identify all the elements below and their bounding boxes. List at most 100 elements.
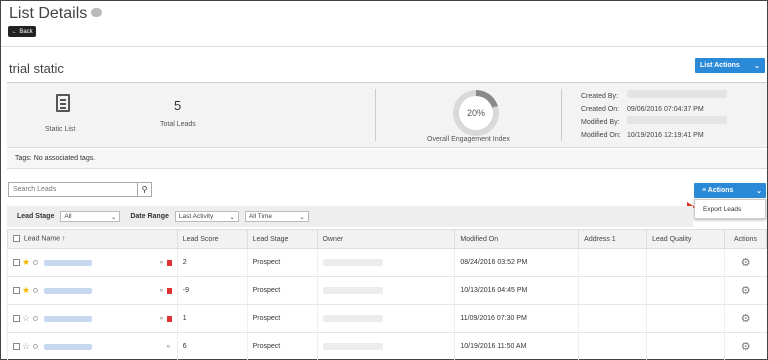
chevron-down-icon: ⌄ xyxy=(299,213,305,221)
col-address[interactable]: Address 1 xyxy=(578,229,648,249)
menu-icon: ≡ xyxy=(702,187,707,194)
lead-stage-value: All xyxy=(64,213,72,220)
lead-score-cell: -9 xyxy=(176,276,248,305)
export-leads-item[interactable]: Export Leads xyxy=(703,206,741,213)
list-actions-button[interactable]: List Actions ⌄ xyxy=(695,58,765,73)
address-cell xyxy=(578,248,647,277)
star-icon[interactable]: ★ xyxy=(22,257,30,267)
redacted-value xyxy=(322,314,383,322)
tag-icon[interactable]: ⚬ xyxy=(158,286,165,295)
chevron-down-icon: ⌄ xyxy=(110,213,117,221)
chevron-down-icon: ⌄ xyxy=(229,213,235,221)
col-label: Modified On xyxy=(460,235,499,243)
col-lead-quality[interactable]: Lead Quality xyxy=(646,229,725,249)
table-row[interactable]: ★ ⚬ 2 Prospect 08/24/2016 03:52 PM ⚙ xyxy=(7,248,767,277)
gear-icon[interactable]: ⚙ xyxy=(730,312,762,325)
list-summary: Static List 5 Total Leads 20% Overall En… xyxy=(7,82,767,148)
status-dot-icon xyxy=(33,316,39,321)
static-list-icon xyxy=(56,94,70,112)
star-icon[interactable]: ★ xyxy=(22,285,30,295)
row-checkbox[interactable] xyxy=(13,343,20,350)
date-field-select[interactable]: Last Activity ⌄ xyxy=(174,211,239,222)
table-row[interactable]: ☆ ⚬ 6 Prospect 10/19/2016 11:50 AM ⚙ xyxy=(7,332,767,360)
row-checkbox[interactable] xyxy=(13,315,20,322)
meta-key: Modified On: xyxy=(581,132,621,139)
flag-icon[interactable] xyxy=(166,259,172,266)
actions-cell: ⚙ xyxy=(723,276,767,305)
actions-cell: ⚙ xyxy=(723,248,767,277)
star-icon[interactable]: ☆ xyxy=(22,313,30,323)
lead-name-link[interactable] xyxy=(44,315,93,322)
address-cell xyxy=(578,276,647,305)
page-title: List Details xyxy=(9,5,103,23)
table-row[interactable]: ★ ⚬ -9 Prospect 10/13/2016 04:45 PM ⚙ xyxy=(7,276,767,305)
meta-modified-on: Modified On: 10/19/2016 12:19:41 PM xyxy=(581,129,727,142)
total-leads-count: 5 xyxy=(174,98,182,113)
gear-icon[interactable]: ⚙ xyxy=(730,284,762,297)
table-row[interactable]: ☆ ⚬ 1 Prospect 11/09/2016 07:30 PM ⚙ xyxy=(7,304,767,333)
tags-bar: Tags: No associated tags. xyxy=(7,150,767,169)
modified-on-cell: 10/13/2016 04:45 PM xyxy=(454,276,579,305)
lead-stage-cell: Prospect xyxy=(246,332,318,360)
tag-area: ⚬ xyxy=(158,314,172,323)
lead-name-link[interactable] xyxy=(44,259,93,266)
tags-value: No associated tags. xyxy=(33,155,96,162)
search-leads-input[interactable]: Search Leads ⚲ xyxy=(8,182,152,197)
lead-quality-cell xyxy=(646,276,725,305)
lead-score-cell: 6 xyxy=(176,332,248,360)
col-label: Address 1 xyxy=(584,235,616,243)
actions-button[interactable]: ≡ Actions ⌄ xyxy=(694,183,766,198)
select-all-checkbox[interactable] xyxy=(13,235,20,243)
tag-icon[interactable]: ⚬ xyxy=(165,342,172,351)
col-label: Lead Name xyxy=(23,235,61,243)
comment-icon[interactable] xyxy=(91,8,103,18)
tag-icon[interactable]: ⚬ xyxy=(158,314,165,323)
gear-icon[interactable]: ⚙ xyxy=(730,340,762,353)
owner-cell xyxy=(316,248,455,277)
sort-asc-icon: ↑ xyxy=(62,235,66,243)
col-lead-score[interactable]: Lead Score xyxy=(176,229,248,249)
meta-modified-by: Modified By: xyxy=(581,116,727,129)
lead-score-cell: 2 xyxy=(176,248,248,277)
gear-icon[interactable]: ⚙ xyxy=(730,256,762,269)
flag-icon[interactable] xyxy=(166,287,172,294)
meta-key: Created By: xyxy=(581,93,618,100)
status-dot-icon xyxy=(33,288,39,293)
col-lead-stage[interactable]: Lead Stage xyxy=(246,229,318,249)
tag-area: ⚬ xyxy=(158,258,172,267)
col-lead-name[interactable]: Lead Name ↑ xyxy=(7,229,178,249)
col-label: Owner xyxy=(322,235,344,243)
col-owner[interactable]: Owner xyxy=(316,229,456,249)
page-header: List Details ← Back xyxy=(1,1,767,47)
lead-name-link[interactable] xyxy=(44,287,93,294)
list-meta: Created By: Created On: 09/06/2016 07:04:… xyxy=(581,90,727,142)
engagement-label: Overall Engagement Index xyxy=(427,136,510,143)
col-modified-on[interactable]: Modified On xyxy=(454,229,580,249)
lead-stage-label: Lead Stage xyxy=(17,213,55,220)
meta-value: 10/19/2016 12:19:41 PM xyxy=(627,132,704,139)
tag-icon[interactable]: ⚬ xyxy=(158,258,165,267)
lead-quality-cell xyxy=(646,248,725,277)
redacted-value xyxy=(627,116,727,124)
lead-stage-select[interactable]: All ⌄ xyxy=(60,211,121,222)
actions-cell: ⚙ xyxy=(723,304,767,333)
redacted-value xyxy=(322,342,383,350)
row-checkbox[interactable] xyxy=(13,287,20,294)
star-icon[interactable]: ☆ xyxy=(22,341,30,351)
status-dot-icon xyxy=(33,260,39,265)
tag-area: ⚬ xyxy=(165,342,172,351)
date-field-value: Last Activity xyxy=(178,213,214,220)
lead-name-link[interactable] xyxy=(44,343,93,350)
lead-stage-cell: Prospect xyxy=(246,276,318,305)
owner-cell xyxy=(316,304,455,333)
row-checkbox[interactable] xyxy=(13,259,20,266)
list-type-label: Static List xyxy=(45,126,76,133)
col-label: Lead Quality xyxy=(652,235,692,243)
page-title-text: List Details xyxy=(9,5,88,22)
back-button[interactable]: ← Back xyxy=(8,26,36,37)
owner-cell xyxy=(316,276,455,305)
search-icon[interactable]: ⚲ xyxy=(137,183,151,196)
date-period-select[interactable]: All Time ⌄ xyxy=(244,211,309,222)
leads-table: Lead Name ↑ Lead Score Lead Stage Owner … xyxy=(7,229,768,360)
flag-icon[interactable] xyxy=(166,315,172,322)
